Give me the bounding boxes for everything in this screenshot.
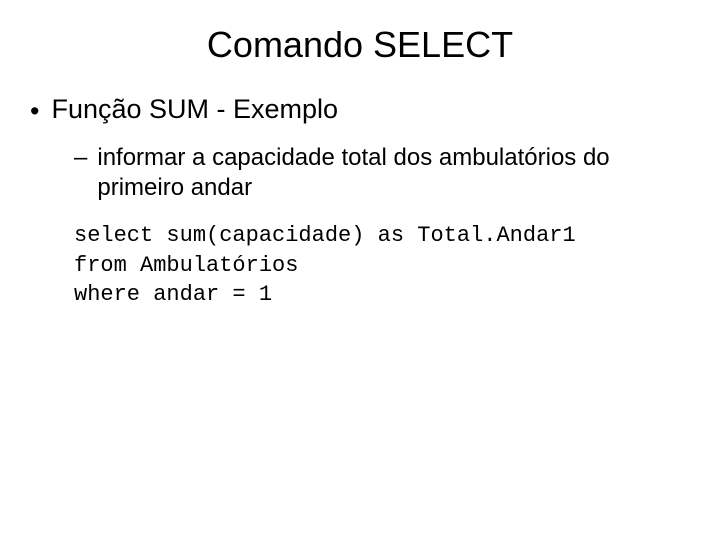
- sub-bullet-item: – informar a capacidade total dos ambula…: [74, 143, 690, 203]
- sql-code-block: select sum(capacidade) as Total.Andar1 f…: [74, 221, 690, 310]
- bullet-marker: •: [30, 94, 39, 129]
- sub-bullet-text: informar a capacidade total dos ambulató…: [97, 143, 690, 203]
- sub-bullet-marker: –: [74, 143, 87, 173]
- bullet-text: Função SUM - Exemplo: [51, 94, 338, 125]
- code-line-1: select sum(capacidade) as Total.Andar1: [74, 221, 690, 251]
- code-line-3: where andar = 1: [74, 280, 690, 310]
- slide-title: Comando SELECT: [30, 24, 690, 66]
- bullet-item: • Função SUM - Exemplo: [30, 94, 690, 129]
- code-line-2: from Ambulatórios: [74, 251, 690, 281]
